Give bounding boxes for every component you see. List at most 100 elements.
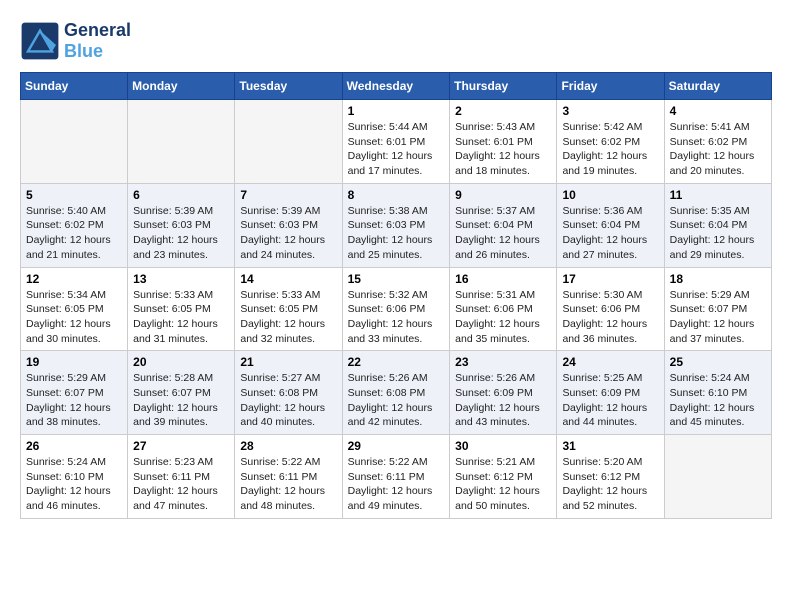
day-number: 5: [26, 188, 122, 202]
calendar-cell: 21Sunrise: 5:27 AM Sunset: 6:08 PM Dayli…: [235, 351, 342, 435]
column-header-sunday: Sunday: [21, 73, 128, 100]
day-number: 28: [240, 439, 336, 453]
day-info: Sunrise: 5:35 AM Sunset: 6:04 PM Dayligh…: [670, 204, 766, 263]
day-info: Sunrise: 5:25 AM Sunset: 6:09 PM Dayligh…: [562, 371, 658, 430]
calendar-week-row: 12Sunrise: 5:34 AM Sunset: 6:05 PM Dayli…: [21, 267, 772, 351]
calendar-cell: 5 Sunrise: 5:40 AM Sunset: 6:02 PM Daylig…: [21, 183, 128, 267]
calendar-cell: 17 Sunrise: 5:30 AM Sunset: 6:06 PM Dayli…: [557, 267, 664, 351]
day-info: Sunrise: 5:22 AM Sunset: 6:11 PM Dayligh…: [240, 455, 336, 514]
day-info: Sunrise: 5:34 AM Sunset: 6:05 PM Dayligh…: [26, 288, 122, 347]
column-header-friday: Friday: [557, 73, 664, 100]
day-number: 22: [348, 355, 445, 369]
calendar-cell: 31Sunrise: 5:20 AM Sunset: 6:12 PM Dayli…: [557, 435, 664, 519]
day-number: 13: [133, 272, 229, 286]
day-info: Sunrise: 5:32 AM Sunset: 6:06 PM Dayligh…: [348, 288, 445, 347]
calendar-cell: 12Sunrise: 5:34 AM Sunset: 6:05 PM Dayli…: [21, 267, 128, 351]
calendar-cell: 6Sunrise: 5:39 AM Sunset: 6:03 PM Daylig…: [128, 183, 235, 267]
day-number: 2: [455, 104, 551, 118]
calendar-cell: 25 Sunrise: 5:24 AM Sunset: 6:10 PM Dayli…: [664, 351, 771, 435]
day-info: Sunrise: 5:33 AM Sunset: 6:05 PM Dayligh…: [133, 288, 229, 347]
calendar-cell: 3 Sunrise: 5:42 AM Sunset: 6:02 PM Daylig…: [557, 100, 664, 184]
calendar-header-row: SundayMondayTuesdayWednesdayThursdayFrid…: [21, 73, 772, 100]
day-info: Sunrise: 5:44 AM Sunset: 6:01 PM Dayligh…: [348, 120, 445, 179]
day-info: Sunrise: 5:43 AM Sunset: 6:01 PM Dayligh…: [455, 120, 551, 179]
day-number: 27: [133, 439, 229, 453]
calendar-cell: 29 Sunrise: 5:22 AM Sunset: 6:11 PM Dayli…: [342, 435, 450, 519]
day-info: Sunrise: 5:26 AM Sunset: 6:09 PM Dayligh…: [455, 371, 551, 430]
logo-icon: [20, 21, 60, 61]
calendar-cell: 2 Sunrise: 5:43 AM Sunset: 6:01 PM Daylig…: [450, 100, 557, 184]
calendar-cell: [21, 100, 128, 184]
calendar-cell: 11 Sunrise: 5:35 AM Sunset: 6:04 PM Dayli…: [664, 183, 771, 267]
calendar-cell: [664, 435, 771, 519]
column-header-monday: Monday: [128, 73, 235, 100]
column-header-tuesday: Tuesday: [235, 73, 342, 100]
calendar-cell: 24 Sunrise: 5:25 AM Sunset: 6:09 PM Dayli…: [557, 351, 664, 435]
calendar-cell: 18Sunrise: 5:29 AM Sunset: 6:07 PM Dayli…: [664, 267, 771, 351]
day-number: 31: [562, 439, 658, 453]
calendar-week-row: 5 Sunrise: 5:40 AM Sunset: 6:02 PM Daylig…: [21, 183, 772, 267]
calendar-cell: 9 Sunrise: 5:37 AM Sunset: 6:04 PM Daylig…: [450, 183, 557, 267]
calendar-cell: 8 Sunrise: 5:38 AM Sunset: 6:03 PM Daylig…: [342, 183, 450, 267]
calendar-cell: 20 Sunrise: 5:28 AM Sunset: 6:07 PM Dayli…: [128, 351, 235, 435]
calendar-cell: 7 Sunrise: 5:39 AM Sunset: 6:03 PM Daylig…: [235, 183, 342, 267]
day-number: 30: [455, 439, 551, 453]
day-info: Sunrise: 5:40 AM Sunset: 6:02 PM Dayligh…: [26, 204, 122, 263]
day-info: Sunrise: 5:24 AM Sunset: 6:10 PM Dayligh…: [670, 371, 766, 430]
day-info: Sunrise: 5:30 AM Sunset: 6:06 PM Dayligh…: [562, 288, 658, 347]
day-info: Sunrise: 5:29 AM Sunset: 6:07 PM Dayligh…: [26, 371, 122, 430]
day-info: Sunrise: 5:39 AM Sunset: 6:03 PM Dayligh…: [133, 204, 229, 263]
calendar-cell: 1 Sunrise: 5:44 AM Sunset: 6:01 PM Daylig…: [342, 100, 450, 184]
column-header-saturday: Saturday: [664, 73, 771, 100]
day-number: 11: [670, 188, 766, 202]
calendar-cell: 27 Sunrise: 5:23 AM Sunset: 6:11 PM Dayli…: [128, 435, 235, 519]
day-number: 21: [240, 355, 336, 369]
day-number: 29: [348, 439, 445, 453]
calendar-cell: 13 Sunrise: 5:33 AM Sunset: 6:05 PM Dayli…: [128, 267, 235, 351]
logo-text: General Blue: [64, 20, 131, 62]
day-info: Sunrise: 5:39 AM Sunset: 6:03 PM Dayligh…: [240, 204, 336, 263]
calendar-cell: 15 Sunrise: 5:32 AM Sunset: 6:06 PM Dayli…: [342, 267, 450, 351]
day-number: 18: [670, 272, 766, 286]
day-number: 10: [562, 188, 658, 202]
day-number: 7: [240, 188, 336, 202]
day-info: Sunrise: 5:42 AM Sunset: 6:02 PM Dayligh…: [562, 120, 658, 179]
calendar-cell: 16 Sunrise: 5:31 AM Sunset: 6:06 PM Dayli…: [450, 267, 557, 351]
day-number: 24: [562, 355, 658, 369]
day-number: 3: [562, 104, 658, 118]
day-info: Sunrise: 5:38 AM Sunset: 6:03 PM Dayligh…: [348, 204, 445, 263]
day-number: 15: [348, 272, 445, 286]
day-info: Sunrise: 5:23 AM Sunset: 6:11 PM Dayligh…: [133, 455, 229, 514]
day-number: 14: [240, 272, 336, 286]
calendar-week-row: 19Sunrise: 5:29 AM Sunset: 6:07 PM Dayli…: [21, 351, 772, 435]
day-info: Sunrise: 5:33 AM Sunset: 6:05 PM Dayligh…: [240, 288, 336, 347]
calendar-cell: [235, 100, 342, 184]
day-info: Sunrise: 5:31 AM Sunset: 6:06 PM Dayligh…: [455, 288, 551, 347]
calendar-cell: 28 Sunrise: 5:22 AM Sunset: 6:11 PM Dayli…: [235, 435, 342, 519]
calendar-cell: 26 Sunrise: 5:24 AM Sunset: 6:10 PM Dayli…: [21, 435, 128, 519]
day-info: Sunrise: 5:37 AM Sunset: 6:04 PM Dayligh…: [455, 204, 551, 263]
day-number: 20: [133, 355, 229, 369]
column-header-wednesday: Wednesday: [342, 73, 450, 100]
calendar-cell: [128, 100, 235, 184]
column-header-thursday: Thursday: [450, 73, 557, 100]
calendar-cell: 22Sunrise: 5:26 AM Sunset: 6:08 PM Dayli…: [342, 351, 450, 435]
calendar-week-row: 1 Sunrise: 5:44 AM Sunset: 6:01 PM Daylig…: [21, 100, 772, 184]
day-number: 8: [348, 188, 445, 202]
day-number: 1: [348, 104, 445, 118]
day-info: Sunrise: 5:22 AM Sunset: 6:11 PM Dayligh…: [348, 455, 445, 514]
day-number: 17: [562, 272, 658, 286]
calendar-cell: 4Sunrise: 5:41 AM Sunset: 6:02 PM Daylig…: [664, 100, 771, 184]
day-info: Sunrise: 5:24 AM Sunset: 6:10 PM Dayligh…: [26, 455, 122, 514]
day-info: Sunrise: 5:28 AM Sunset: 6:07 PM Dayligh…: [133, 371, 229, 430]
day-number: 16: [455, 272, 551, 286]
day-number: 9: [455, 188, 551, 202]
day-number: 26: [26, 439, 122, 453]
day-number: 25: [670, 355, 766, 369]
calendar-cell: 19Sunrise: 5:29 AM Sunset: 6:07 PM Dayli…: [21, 351, 128, 435]
calendar-cell: 30 Sunrise: 5:21 AM Sunset: 6:12 PM Dayli…: [450, 435, 557, 519]
calendar-week-row: 26 Sunrise: 5:24 AM Sunset: 6:10 PM Dayli…: [21, 435, 772, 519]
day-info: Sunrise: 5:21 AM Sunset: 6:12 PM Dayligh…: [455, 455, 551, 514]
calendar-table: SundayMondayTuesdayWednesdayThursdayFrid…: [20, 72, 772, 519]
calendar-cell: 14 Sunrise: 5:33 AM Sunset: 6:05 PM Dayli…: [235, 267, 342, 351]
